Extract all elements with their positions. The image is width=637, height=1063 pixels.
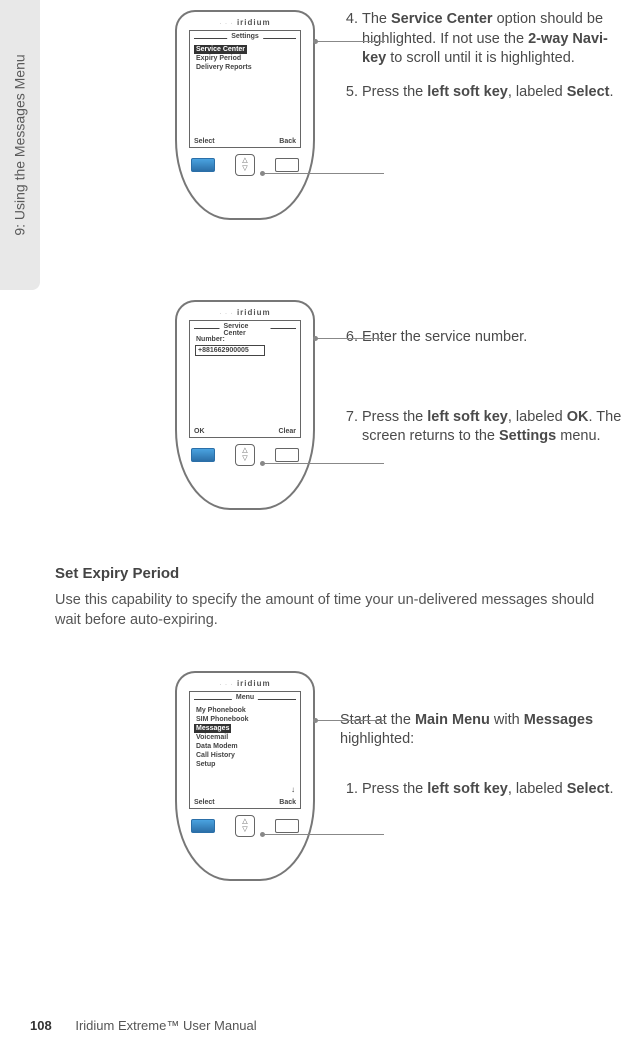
navi-key: △▽ xyxy=(235,815,255,837)
phone-brand: · · · iridium xyxy=(177,12,313,27)
instructions-block-2: 6. Enter the service number. 7. Press th… xyxy=(340,300,637,461)
menu-item: Voicemail xyxy=(195,733,295,742)
number-input: +881662900005 xyxy=(195,345,265,356)
left-soft-key xyxy=(191,448,215,462)
right-soft-key xyxy=(275,819,299,833)
menu-item: Delivery Reports xyxy=(195,63,295,72)
right-softkey-label: Clear xyxy=(278,428,296,435)
menu-item-highlighted: Messages xyxy=(194,724,231,733)
right-soft-key xyxy=(275,158,299,172)
left-softkey-label: Select xyxy=(194,799,215,806)
left-soft-key xyxy=(191,158,215,172)
step-text: Press the left soft key, labeled OK. The… xyxy=(362,408,632,447)
left-soft-key xyxy=(191,819,215,833)
screen-title: Service Center xyxy=(220,323,271,337)
left-softkey-label: OK xyxy=(194,428,205,435)
menu-item-highlighted: Service Center xyxy=(194,45,247,54)
menu-item: Setup xyxy=(195,760,295,769)
menu-item: My Phonebook xyxy=(195,706,295,715)
step-number: 5. xyxy=(340,83,358,103)
right-softkey-label: Back xyxy=(279,138,296,145)
phone-brand: · · · iridium xyxy=(177,673,313,688)
phone-diagram-1: · · · iridium Settings Service Center Ex… xyxy=(175,10,315,220)
step-text: Enter the service number. xyxy=(362,328,632,348)
phone-diagram-3: · · · iridium Menu My Phonebook SIM Phon… xyxy=(175,671,315,881)
step-5: 5. Press the left soft key, labeled Sele… xyxy=(340,83,632,103)
step-6: 6. Enter the service number. xyxy=(340,328,632,348)
screen-title: Settings xyxy=(227,33,263,40)
navi-key: △▽ xyxy=(235,444,255,466)
step-1: 1. Press the left soft key, labeled Sele… xyxy=(340,780,632,800)
footer-title: Iridium Extreme™ User Manual xyxy=(75,1018,256,1033)
phone-diagram-2: · · · iridium Service Center Number: +88… xyxy=(175,300,315,510)
step-text: Press the left soft key, labeled Select. xyxy=(362,83,632,103)
right-softkey-label: Back xyxy=(279,799,296,806)
step-text: The Service Center option should be high… xyxy=(362,10,632,69)
instructions-block-3: Start at the Main Menu with Messages hig… xyxy=(340,671,637,814)
chapter-label: 9: Using the Messages Menu xyxy=(12,54,28,235)
step-intro: Start at the Main Menu with Messages hig… xyxy=(340,711,632,750)
phone-brand: · · · iridium xyxy=(177,302,313,317)
scroll-down-icon: ↓ xyxy=(291,785,295,794)
phone-body: · · · iridium Menu My Phonebook SIM Phon… xyxy=(175,671,315,881)
page-footer: 108 Iridium Extreme™ User Manual xyxy=(30,1018,257,1033)
section-paragraph: Use this capability to specify the amoun… xyxy=(55,590,637,631)
step-text: Press the left soft key, labeled Select. xyxy=(362,780,632,800)
left-softkey-label: Select xyxy=(194,138,215,145)
menu-item: Call History xyxy=(195,751,295,760)
right-soft-key xyxy=(275,448,299,462)
step-7: 7. Press the left soft key, labeled OK. … xyxy=(340,408,632,447)
page-number: 108 xyxy=(30,1018,52,1033)
section-heading: Set Expiry Period xyxy=(55,565,637,582)
phone-body: · · · iridium Service Center Number: +88… xyxy=(175,300,315,510)
phone-screen: Service Center Number: +881662900005 OK … xyxy=(189,320,301,438)
step-4: 4. The Service Center option should be h… xyxy=(340,10,632,69)
step-number: 7. xyxy=(340,408,358,447)
screen-title: Menu xyxy=(232,694,258,701)
instructions-block-1: 4. The Service Center option should be h… xyxy=(340,10,637,116)
phone-screen: Menu My Phonebook SIM Phonebook Messages… xyxy=(189,691,301,809)
step-number: 4. xyxy=(340,10,358,69)
phone-screen: Settings Service Center Expiry Period De… xyxy=(189,30,301,148)
menu-item: Expiry Period xyxy=(195,54,295,63)
step-number: 1. xyxy=(340,780,358,800)
navi-key: △▽ xyxy=(235,154,255,176)
menu-item: Data Modem xyxy=(195,742,295,751)
step-text: Start at the Main Menu with Messages hig… xyxy=(340,711,632,750)
chapter-tab: 9: Using the Messages Menu xyxy=(0,0,40,290)
menu-item: SIM Phonebook xyxy=(195,715,295,724)
phone-body: · · · iridium Settings Service Center Ex… xyxy=(175,10,315,220)
